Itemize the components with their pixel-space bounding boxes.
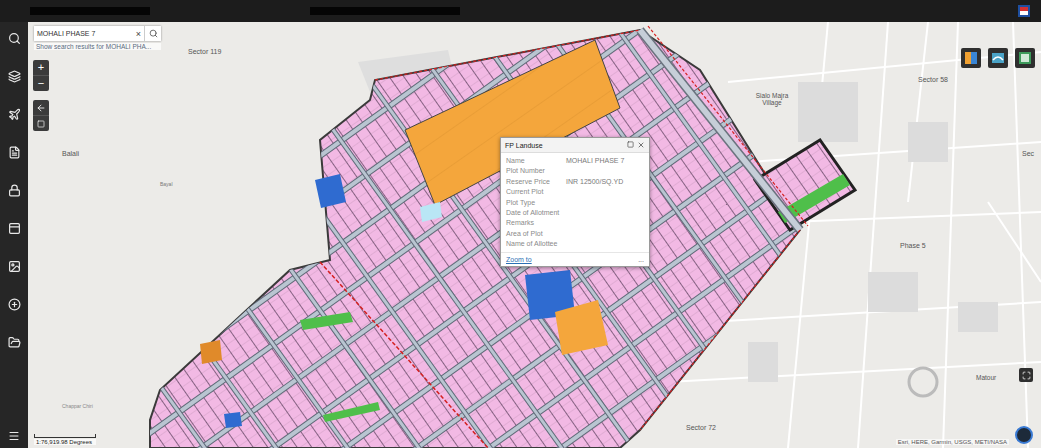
basemap-button[interactable] <box>988 48 1008 68</box>
sidebar-button[interactable] <box>6 220 22 236</box>
window-icon <box>8 222 21 235</box>
map-label: Bayal <box>160 182 173 188</box>
map-label: Sialo Majra Village <box>750 92 794 107</box>
folder-icon <box>8 336 21 349</box>
popup-header: FP Landuse <box>501 138 649 153</box>
field-label: Name <box>506 157 566 165</box>
search-hint[interactable]: Show search results for MOHALI PHA... <box>34 43 161 50</box>
sidebar-button[interactable] <box>6 106 22 122</box>
document-icon <box>8 146 21 159</box>
field-label: Reserve Price <box>506 178 566 186</box>
map-area: Sector 119 Balali Bayal Sector 58 Sialo Majr… <box>28 22 1041 448</box>
field-label: Plot Number <box>506 167 566 175</box>
field-value <box>566 240 644 248</box>
zoom-to-link[interactable]: Zoom to <box>506 256 532 263</box>
map-label: Phase 5 <box>900 242 926 250</box>
search-button[interactable] <box>144 26 161 41</box>
menu-icon <box>8 430 20 442</box>
square-icon <box>37 120 45 128</box>
basemap-button[interactable] <box>961 48 981 68</box>
field-value <box>566 209 644 217</box>
fullscreen-icon <box>1022 371 1031 380</box>
basemap-switcher <box>961 48 1035 68</box>
basemap-streets-icon <box>991 51 1005 65</box>
arrow-left-icon <box>36 103 46 113</box>
attribution: Esri, HERE, Garmin, USGS, METI/NASA <box>896 439 1009 445</box>
zoom-out-button[interactable]: − <box>33 75 49 91</box>
navigation-controls <box>33 100 49 131</box>
field-value <box>566 219 644 227</box>
search-input[interactable]: MOHALI PHASE 7× <box>34 26 144 41</box>
lock-icon <box>8 184 21 197</box>
field-label: Current Plot <box>506 188 566 196</box>
search-icon <box>149 29 158 38</box>
sidebar-button[interactable] <box>6 182 22 198</box>
layers-icon <box>8 70 21 83</box>
field-label: Area of Plot <box>506 230 566 238</box>
plane-icon <box>8 108 21 121</box>
field-value: MOHALI PHASE 7 <box>566 157 644 165</box>
app-logo-icon[interactable] <box>1017 4 1031 18</box>
top-bar <box>0 0 1041 22</box>
sidebar-button[interactable] <box>6 296 22 312</box>
close-icon[interactable] <box>637 141 645 149</box>
zoom-controls: +− <box>33 60 49 91</box>
info-popup: FP Landuse NameMOHALI PHASE 7Plot Number R… <box>500 137 650 267</box>
map-label: Matour <box>976 374 996 381</box>
map-label: Sector 119 <box>188 48 221 56</box>
dock-icon[interactable] <box>627 141 634 148</box>
basemap-button[interactable] <box>1015 48 1035 68</box>
field-label: Date of Allotment <box>506 209 566 217</box>
scale-text: 1:76,919.98 Degrees <box>34 439 96 445</box>
map-label: Sec <box>1022 150 1034 158</box>
sidebar-button[interactable] <box>6 68 22 84</box>
field-value <box>566 167 644 175</box>
locate-button[interactable] <box>1015 426 1033 444</box>
map-label: Balali <box>62 150 79 158</box>
redacted-subtitle <box>310 7 460 15</box>
basemap-imagery-icon <box>964 51 978 65</box>
popup-fields: NameMOHALI PHASE 7Plot Number Reserve Pri… <box>501 153 649 252</box>
sidebar-menu-button[interactable] <box>6 428 22 444</box>
zoom-in-button[interactable]: + <box>33 60 49 75</box>
sidebar-button[interactable] <box>6 144 22 160</box>
add-icon <box>8 298 21 311</box>
more-button[interactable]: ... <box>638 256 644 263</box>
sidebar-button[interactable] <box>6 334 22 350</box>
search-panel: MOHALI PHASE 7× Show search results for M… <box>34 26 161 50</box>
field-value: INR 12500/SQ.YD <box>566 178 644 186</box>
extent-button[interactable] <box>33 115 49 131</box>
clear-button[interactable]: × <box>136 29 141 39</box>
sidebar <box>0 22 28 448</box>
sidebar-button[interactable] <box>6 30 22 46</box>
redacted-title <box>30 7 150 15</box>
map-label: Chappar Chiri <box>62 404 93 410</box>
search-icon <box>8 32 21 45</box>
basemap-topo-icon <box>1018 51 1032 65</box>
app-window: Sector 119 Balali Bayal Sector 58 Sialo Majr… <box>0 0 1041 448</box>
field-label: Plot Type <box>506 199 566 207</box>
field-value <box>566 199 644 207</box>
field-value <box>566 230 644 238</box>
image-icon <box>8 260 21 273</box>
back-button[interactable] <box>33 100 49 115</box>
map-label: Sector 72 <box>686 424 716 432</box>
map-label: Sector 58 <box>918 76 948 84</box>
sidebar-button[interactable] <box>6 258 22 274</box>
scale-bar: 1:76,919.98 Degrees <box>34 434 96 445</box>
field-value <box>566 188 644 196</box>
field-label: Remarks <box>506 219 566 227</box>
field-label: Name of Allottee <box>506 240 566 248</box>
fullscreen-button[interactable] <box>1019 368 1033 382</box>
